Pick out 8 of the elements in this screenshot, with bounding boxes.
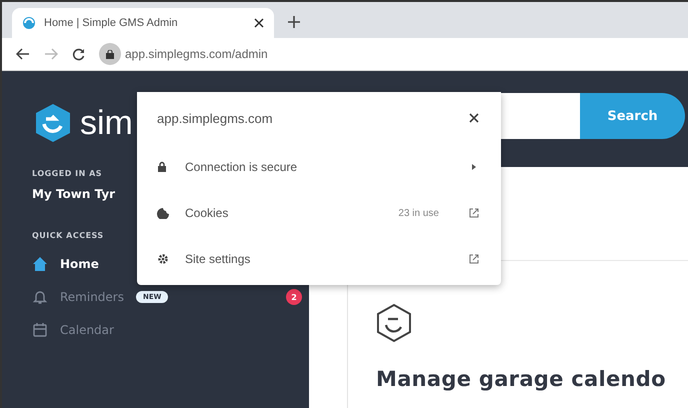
count-badge: 2 (286, 289, 302, 305)
section-label: LOGGED IN AS (32, 169, 102, 178)
section-label: QUICK ACCESS (32, 231, 104, 240)
account-name: My Town Tyr (32, 187, 116, 201)
page-heading: Manage garage calendo (376, 367, 667, 391)
logo-text: sim (80, 104, 133, 142)
site-domain: app.simplegms.com (157, 110, 273, 126)
tab-title: Home | Simple GMS Admin (44, 17, 179, 29)
